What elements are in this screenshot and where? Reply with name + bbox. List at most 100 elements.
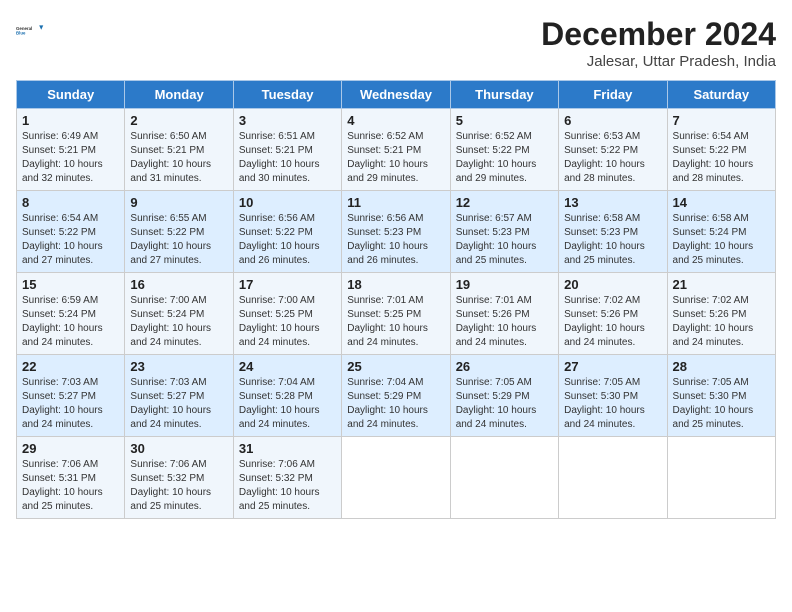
- header-sunday: Sunday: [17, 81, 125, 109]
- table-row: 14 Sunrise: 6:58 AM Sunset: 5:24 PM Dayl…: [667, 191, 775, 273]
- table-row: 22 Sunrise: 7:03 AM Sunset: 5:27 PM Dayl…: [17, 355, 125, 437]
- day-number: 2: [130, 113, 227, 128]
- calendar-week-row: 29 Sunrise: 7:06 AM Sunset: 5:31 PM Dayl…: [17, 437, 776, 519]
- day-number: 29: [22, 441, 119, 456]
- table-row: 10 Sunrise: 6:56 AM Sunset: 5:22 PM Dayl…: [233, 191, 341, 273]
- table-row: 18 Sunrise: 7:01 AM Sunset: 5:25 PM Dayl…: [342, 273, 450, 355]
- day-info: Sunrise: 7:03 AM Sunset: 5:27 PM Dayligh…: [22, 376, 119, 432]
- day-info: Sunrise: 7:05 AM Sunset: 5:29 PM Dayligh…: [456, 376, 553, 432]
- day-number: 13: [564, 195, 661, 210]
- day-number: 17: [239, 277, 336, 292]
- day-number: 16: [130, 277, 227, 292]
- day-info: Sunrise: 7:04 AM Sunset: 5:28 PM Dayligh…: [239, 376, 336, 432]
- day-info: Sunrise: 7:02 AM Sunset: 5:26 PM Dayligh…: [673, 294, 770, 350]
- svg-text:General: General: [16, 26, 32, 31]
- calendar-subtitle: Jalesar, Uttar Pradesh, India: [541, 53, 776, 70]
- day-number: 12: [456, 195, 553, 210]
- table-row: 21 Sunrise: 7:02 AM Sunset: 5:26 PM Dayl…: [667, 273, 775, 355]
- day-info: Sunrise: 7:05 AM Sunset: 5:30 PM Dayligh…: [564, 376, 661, 432]
- day-number: 9: [130, 195, 227, 210]
- day-number: 4: [347, 113, 444, 128]
- table-row: 8 Sunrise: 6:54 AM Sunset: 5:22 PM Dayli…: [17, 191, 125, 273]
- day-number: 22: [22, 359, 119, 374]
- day-number: 8: [22, 195, 119, 210]
- table-row: 17 Sunrise: 7:00 AM Sunset: 5:25 PM Dayl…: [233, 273, 341, 355]
- day-info: Sunrise: 6:49 AM Sunset: 5:21 PM Dayligh…: [22, 130, 119, 186]
- day-info: Sunrise: 6:56 AM Sunset: 5:23 PM Dayligh…: [347, 212, 444, 268]
- table-row: 31 Sunrise: 7:06 AM Sunset: 5:32 PM Dayl…: [233, 437, 341, 519]
- table-row: 26 Sunrise: 7:05 AM Sunset: 5:29 PM Dayl…: [450, 355, 558, 437]
- day-info: Sunrise: 6:58 AM Sunset: 5:23 PM Dayligh…: [564, 212, 661, 268]
- table-row: 28 Sunrise: 7:05 AM Sunset: 5:30 PM Dayl…: [667, 355, 775, 437]
- day-info: Sunrise: 6:55 AM Sunset: 5:22 PM Dayligh…: [130, 212, 227, 268]
- title-area: December 2024 Jalesar, Uttar Pradesh, In…: [541, 16, 776, 70]
- day-info: Sunrise: 6:53 AM Sunset: 5:22 PM Dayligh…: [564, 130, 661, 186]
- table-row: 12 Sunrise: 6:57 AM Sunset: 5:23 PM Dayl…: [450, 191, 558, 273]
- table-row: 9 Sunrise: 6:55 AM Sunset: 5:22 PM Dayli…: [125, 191, 233, 273]
- calendar-week-row: 22 Sunrise: 7:03 AM Sunset: 5:27 PM Dayl…: [17, 355, 776, 437]
- table-row: 29 Sunrise: 7:06 AM Sunset: 5:31 PM Dayl…: [17, 437, 125, 519]
- calendar-week-row: 1 Sunrise: 6:49 AM Sunset: 5:21 PM Dayli…: [17, 109, 776, 191]
- table-row: [667, 437, 775, 519]
- day-number: 31: [239, 441, 336, 456]
- table-row: 4 Sunrise: 6:52 AM Sunset: 5:21 PM Dayli…: [342, 109, 450, 191]
- day-info: Sunrise: 7:00 AM Sunset: 5:24 PM Dayligh…: [130, 294, 227, 350]
- day-number: 27: [564, 359, 661, 374]
- day-number: 7: [673, 113, 770, 128]
- table-row: 25 Sunrise: 7:04 AM Sunset: 5:29 PM Dayl…: [342, 355, 450, 437]
- table-row: 7 Sunrise: 6:54 AM Sunset: 5:22 PM Dayli…: [667, 109, 775, 191]
- table-row: 27 Sunrise: 7:05 AM Sunset: 5:30 PM Dayl…: [559, 355, 667, 437]
- day-number: 20: [564, 277, 661, 292]
- day-info: Sunrise: 6:51 AM Sunset: 5:21 PM Dayligh…: [239, 130, 336, 186]
- table-row: 1 Sunrise: 6:49 AM Sunset: 5:21 PM Dayli…: [17, 109, 125, 191]
- table-row: 20 Sunrise: 7:02 AM Sunset: 5:26 PM Dayl…: [559, 273, 667, 355]
- header-tuesday: Tuesday: [233, 81, 341, 109]
- table-row: 11 Sunrise: 6:56 AM Sunset: 5:23 PM Dayl…: [342, 191, 450, 273]
- day-info: Sunrise: 7:02 AM Sunset: 5:26 PM Dayligh…: [564, 294, 661, 350]
- header-monday: Monday: [125, 81, 233, 109]
- day-number: 14: [673, 195, 770, 210]
- day-info: Sunrise: 7:06 AM Sunset: 5:31 PM Dayligh…: [22, 458, 119, 514]
- day-number: 5: [456, 113, 553, 128]
- day-info: Sunrise: 7:06 AM Sunset: 5:32 PM Dayligh…: [239, 458, 336, 514]
- table-row: [342, 437, 450, 519]
- day-info: Sunrise: 6:57 AM Sunset: 5:23 PM Dayligh…: [456, 212, 553, 268]
- day-number: 18: [347, 277, 444, 292]
- day-info: Sunrise: 7:04 AM Sunset: 5:29 PM Dayligh…: [347, 376, 444, 432]
- day-info: Sunrise: 7:05 AM Sunset: 5:30 PM Dayligh…: [673, 376, 770, 432]
- day-number: 25: [347, 359, 444, 374]
- header-friday: Friday: [559, 81, 667, 109]
- table-row: [559, 437, 667, 519]
- day-number: 11: [347, 195, 444, 210]
- table-row: 19 Sunrise: 7:01 AM Sunset: 5:26 PM Dayl…: [450, 273, 558, 355]
- table-row: 15 Sunrise: 6:59 AM Sunset: 5:24 PM Dayl…: [17, 273, 125, 355]
- table-row: 23 Sunrise: 7:03 AM Sunset: 5:27 PM Dayl…: [125, 355, 233, 437]
- day-number: 30: [130, 441, 227, 456]
- day-info: Sunrise: 6:52 AM Sunset: 5:21 PM Dayligh…: [347, 130, 444, 186]
- logo: GeneralBlue: [16, 16, 46, 46]
- day-number: 3: [239, 113, 336, 128]
- logo-icon: GeneralBlue: [16, 16, 46, 46]
- day-number: 1: [22, 113, 119, 128]
- day-number: 15: [22, 277, 119, 292]
- day-info: Sunrise: 6:59 AM Sunset: 5:24 PM Dayligh…: [22, 294, 119, 350]
- table-row: 2 Sunrise: 6:50 AM Sunset: 5:21 PM Dayli…: [125, 109, 233, 191]
- day-number: 28: [673, 359, 770, 374]
- day-info: Sunrise: 6:52 AM Sunset: 5:22 PM Dayligh…: [456, 130, 553, 186]
- table-row: 16 Sunrise: 7:00 AM Sunset: 5:24 PM Dayl…: [125, 273, 233, 355]
- day-info: Sunrise: 7:00 AM Sunset: 5:25 PM Dayligh…: [239, 294, 336, 350]
- day-info: Sunrise: 7:03 AM Sunset: 5:27 PM Dayligh…: [130, 376, 227, 432]
- table-row: 24 Sunrise: 7:04 AM Sunset: 5:28 PM Dayl…: [233, 355, 341, 437]
- table-row: 6 Sunrise: 6:53 AM Sunset: 5:22 PM Dayli…: [559, 109, 667, 191]
- day-number: 23: [130, 359, 227, 374]
- header-saturday: Saturday: [667, 81, 775, 109]
- day-number: 10: [239, 195, 336, 210]
- table-row: 3 Sunrise: 6:51 AM Sunset: 5:21 PM Dayli…: [233, 109, 341, 191]
- page-header: GeneralBlue December 2024 Jalesar, Uttar…: [16, 16, 776, 70]
- svg-text:Blue: Blue: [16, 30, 26, 35]
- day-number: 19: [456, 277, 553, 292]
- day-number: 26: [456, 359, 553, 374]
- day-info: Sunrise: 6:56 AM Sunset: 5:22 PM Dayligh…: [239, 212, 336, 268]
- day-info: Sunrise: 6:50 AM Sunset: 5:21 PM Dayligh…: [130, 130, 227, 186]
- table-row: 30 Sunrise: 7:06 AM Sunset: 5:32 PM Dayl…: [125, 437, 233, 519]
